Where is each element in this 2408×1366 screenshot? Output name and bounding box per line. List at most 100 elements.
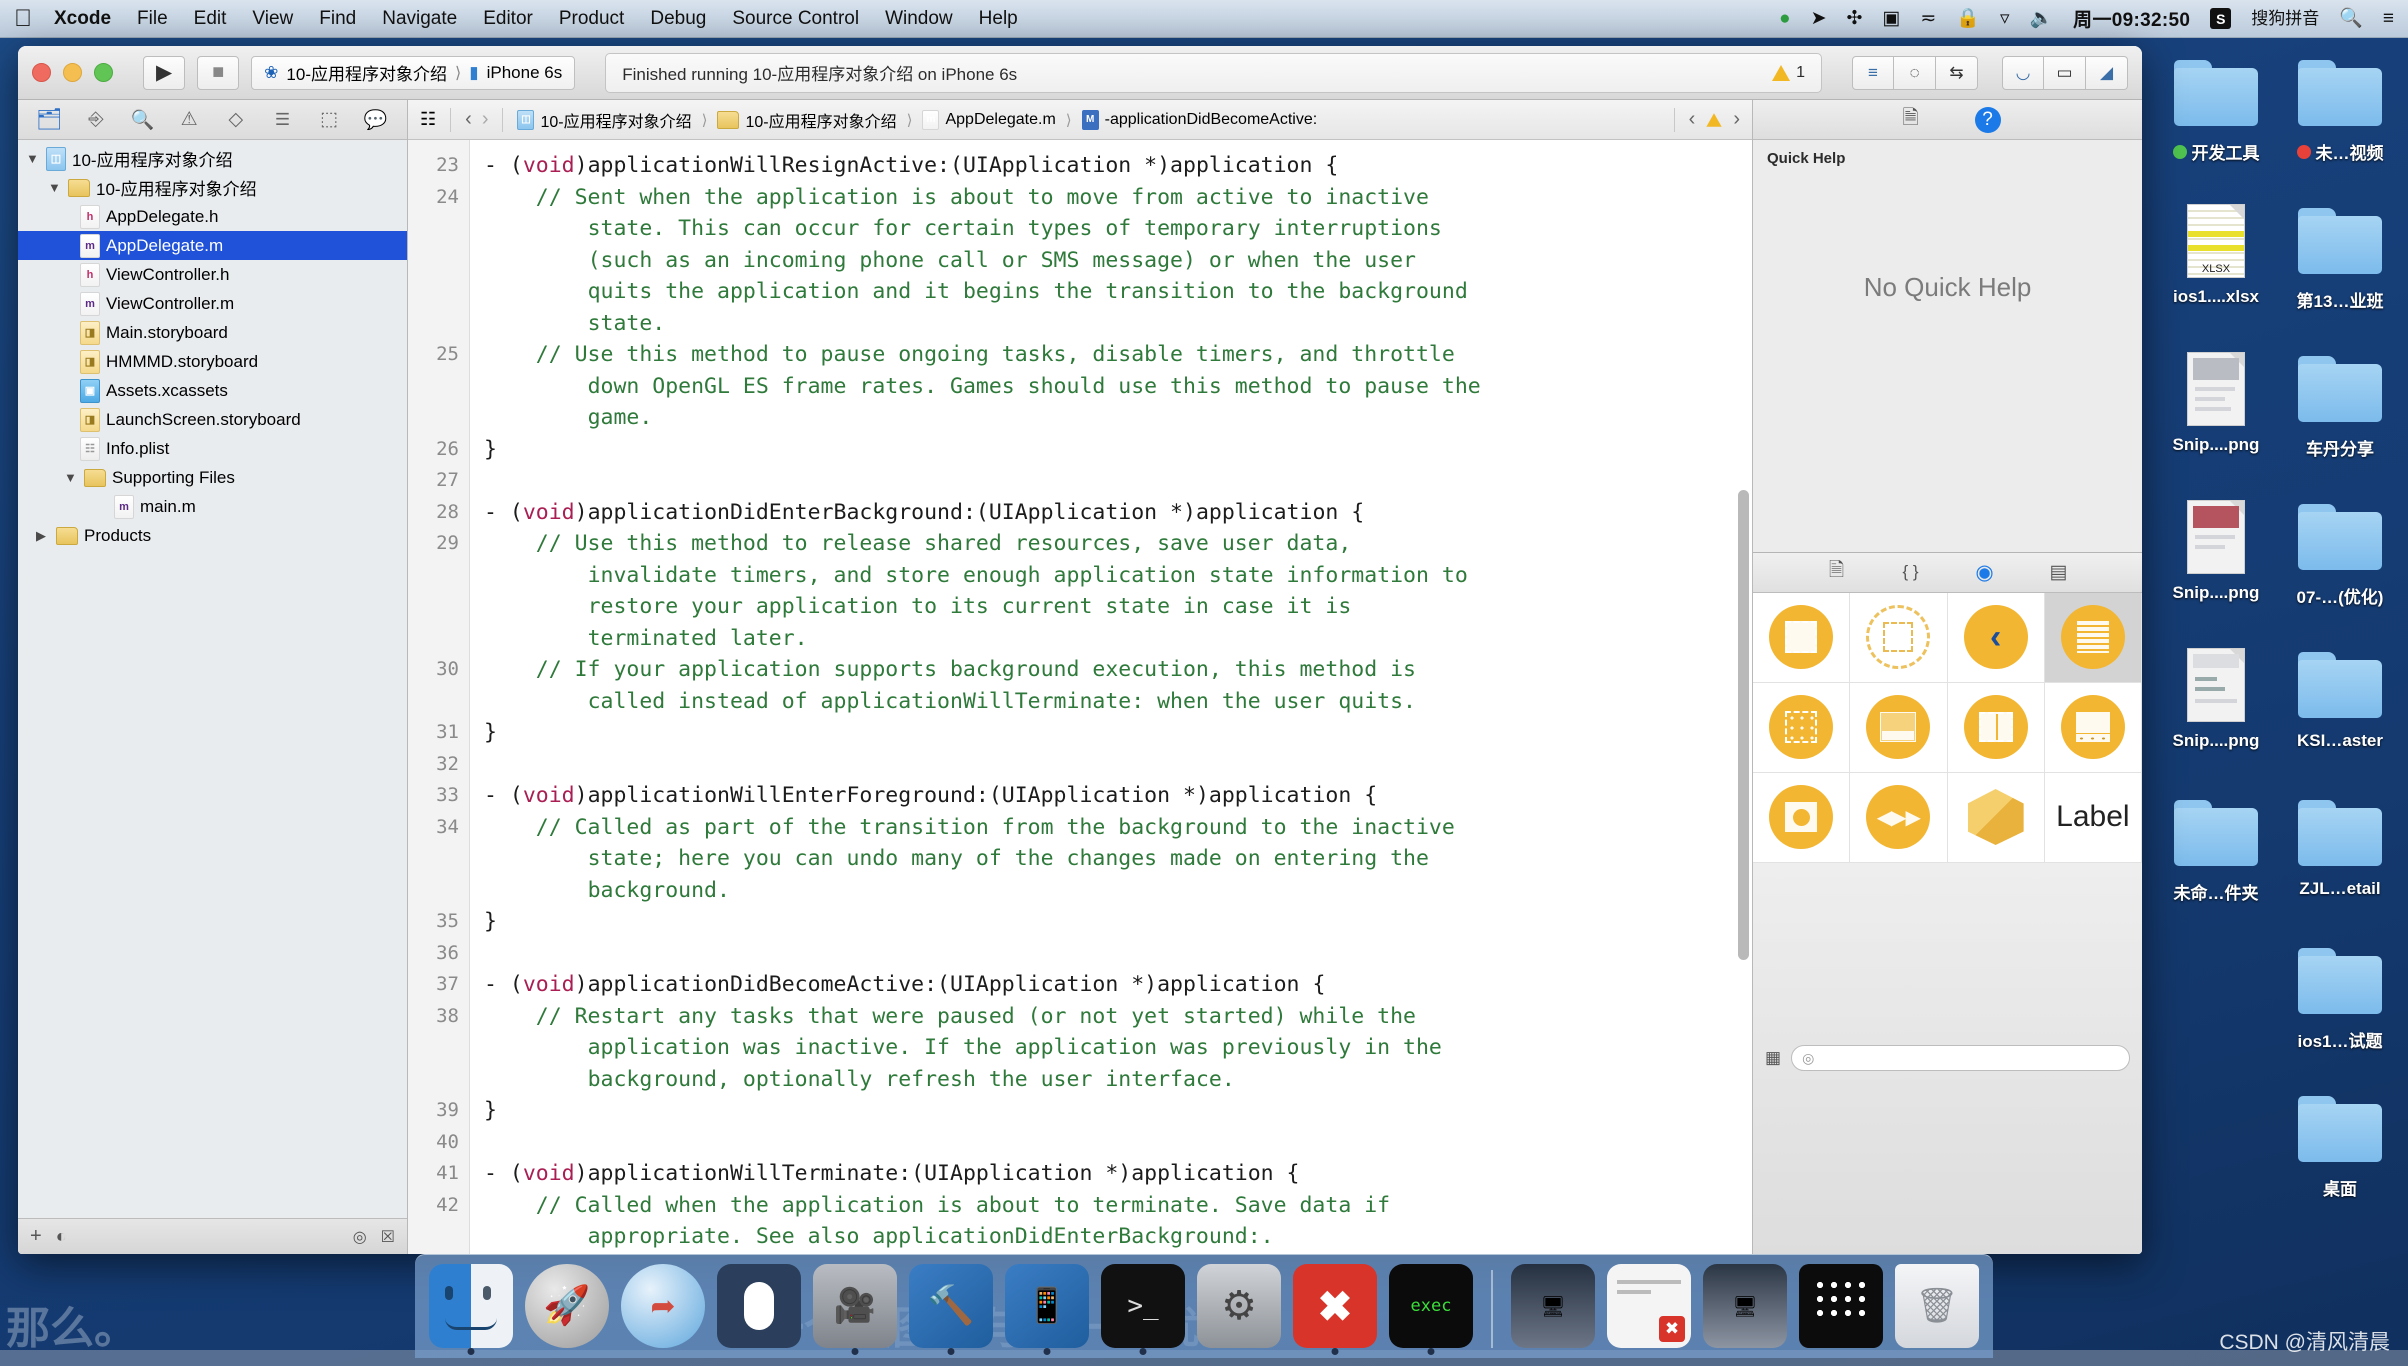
run-button[interactable]: ▶ bbox=[143, 55, 186, 90]
tree-row-hmmmd-storyboard[interactable]: ◨ HMMMD.storyboard bbox=[18, 347, 407, 376]
breadcrumb-symbol[interactable]: M -applicationDidBecomeActive: bbox=[1081, 109, 1317, 130]
library-item-av-player-controller[interactable]: ◀▶▶ bbox=[1850, 772, 1948, 863]
next-issue-button[interactable]: › bbox=[1733, 108, 1740, 131]
debug-navigator-tab[interactable]: ☰ bbox=[265, 106, 299, 134]
tree-row-appdelegate-m[interactable]: m AppDelegate.m bbox=[18, 231, 407, 260]
menu-item-edit[interactable]: Edit bbox=[194, 8, 227, 30]
tree-row-info-plist[interactable]: ☷ Info.plist bbox=[18, 434, 407, 463]
toggle-navigator-button[interactable]: ◡ bbox=[2002, 55, 2044, 90]
bluetooth-icon[interactable]: ✣ bbox=[1846, 9, 1862, 28]
quicktime-dock-icon[interactable]: 🎥 bbox=[813, 1264, 897, 1355]
menu-item-xcode[interactable]: Xcode bbox=[54, 8, 111, 30]
library-item-navigation-controller[interactable]: ‹ bbox=[1947, 592, 2045, 683]
menu-item-product[interactable]: Product bbox=[559, 8, 624, 30]
menu-item-help[interactable]: Help bbox=[979, 8, 1018, 30]
menu-item-view[interactable]: View bbox=[252, 8, 293, 30]
quick-help-inspector-tab[interactable]: ? bbox=[1974, 106, 2001, 133]
library-item-storyboard-reference[interactable] bbox=[1850, 592, 1948, 683]
toggle-debug-area-button[interactable]: ▭ bbox=[2044, 55, 2086, 90]
location-icon[interactable]: ➤ bbox=[1811, 9, 1827, 28]
tree-row-project[interactable]: ▼ ◫ 10-应用程序对象介绍 bbox=[18, 144, 407, 173]
console-dock-icon[interactable]: exec bbox=[1389, 1264, 1473, 1355]
code-text[interactable]: - (void)applicationWillResignActive:(UIA… bbox=[470, 140, 1752, 1254]
tree-row-main-m[interactable]: m main.m bbox=[18, 492, 407, 521]
test-navigator-tab[interactable]: ◇ bbox=[219, 106, 253, 134]
filter-button[interactable]: ◐ bbox=[56, 1226, 67, 1247]
breadcrumb-file[interactable]: m AppDelegate.m bbox=[922, 109, 1056, 130]
desktop-icon-snip-3[interactable]: Snip....png bbox=[2154, 636, 2278, 784]
source-control-navigator-tab[interactable]: ⎆ bbox=[79, 106, 113, 134]
version-editor-button[interactable]: ⇆ bbox=[1936, 55, 1978, 90]
project-file-tree[interactable]: ▼ ◫ 10-应用程序对象介绍 ▼ 10-应用程序对象介绍 h AppDeleg… bbox=[18, 140, 407, 1218]
tree-row-viewcontroller-m[interactable]: m ViewController.m bbox=[18, 289, 407, 318]
desktop-icon-class-13[interactable]: 第13…业班 bbox=[2278, 192, 2402, 340]
desktop-icon-dev-tools[interactable]: 开发工具 bbox=[2154, 44, 2278, 192]
finder-dock-icon[interactable] bbox=[429, 1264, 513, 1355]
scheme-selector[interactable]: ❀ 10-应用程序对象介绍 ⟩ ▮ iPhone 6s bbox=[251, 55, 576, 90]
desktop-icon-unnamed-video[interactable]: 未…视频 bbox=[2278, 44, 2402, 192]
desktop-icon-ksi-master[interactable]: KSI…aster bbox=[2278, 636, 2402, 784]
system-preferences-dock-icon[interactable]: ⚙ bbox=[1197, 1264, 1281, 1348]
tree-row-products[interactable]: ▶ Products bbox=[18, 521, 407, 550]
assistant-editor-button[interactable]: ◌ bbox=[1894, 55, 1936, 90]
tree-row-assets[interactable]: ▣ Assets.xcassets bbox=[18, 376, 407, 405]
notification-center-icon[interactable]: ≡ bbox=[2383, 9, 2394, 28]
desktop-icon-snip-2[interactable]: Snip....png bbox=[2154, 488, 2278, 636]
disclosure-triangle-icon[interactable]: ▼ bbox=[64, 470, 78, 485]
window-minimized-3[interactable]: 🖥 bbox=[1703, 1264, 1787, 1348]
desktop-icon-desktop-folder[interactable]: 桌面 bbox=[2278, 1080, 2402, 1228]
disclosure-triangle-icon[interactable]: ▼ bbox=[48, 180, 62, 195]
editor-scrollbar[interactable] bbox=[1738, 490, 1749, 960]
screen-record-icon[interactable]: ▣ bbox=[1882, 9, 1900, 28]
library-search-input[interactable]: ◎ bbox=[1791, 1045, 2130, 1072]
object-library-tab[interactable]: ◉ bbox=[1969, 557, 2001, 587]
stop-button[interactable]: ■ bbox=[197, 55, 240, 90]
library-item-table-view-controller[interactable] bbox=[2044, 592, 2142, 683]
navigate-back-button[interactable]: ‹ bbox=[465, 108, 472, 131]
wifi-icon[interactable]: ▿ bbox=[2000, 9, 2010, 28]
launchpad-dock-icon[interactable]: 🚀 bbox=[525, 1264, 609, 1348]
breadcrumb-project[interactable]: ◫ 10-应用程序对象介绍 bbox=[517, 108, 692, 132]
library-item-image-picker-controller[interactable] bbox=[1753, 772, 1851, 863]
project-navigator-tab[interactable]: 🗂 bbox=[32, 106, 66, 134]
breadcrumb-group[interactable]: 10-应用程序对象介绍 bbox=[717, 108, 897, 132]
mouse-app-dock-icon[interactable] bbox=[717, 1264, 801, 1348]
safari-dock-icon[interactable]: ➦ bbox=[621, 1264, 705, 1348]
code-snippet-library-tab[interactable]: { } bbox=[1895, 557, 1927, 587]
disclosure-triangle-icon[interactable]: ▶ bbox=[36, 528, 50, 544]
menu-item-source-control[interactable]: Source Control bbox=[732, 8, 859, 30]
library-item-label[interactable]: Label bbox=[2044, 772, 2142, 863]
volume-icon[interactable]: 🔈 bbox=[2030, 9, 2054, 28]
menu-item-window[interactable]: Window bbox=[885, 8, 953, 30]
library-item-collection-view-controller[interactable] bbox=[1753, 682, 1851, 773]
desktop-icon-zjl-detail[interactable]: ZJL…etail bbox=[2278, 784, 2402, 932]
library-grid-view-button[interactable]: ▦ bbox=[1765, 1048, 1781, 1068]
xcode-beta-dock-icon[interactable]: 📱 bbox=[1005, 1264, 1089, 1355]
library-item-page-view-controller[interactable] bbox=[1947, 682, 2045, 773]
recent-files-filter-icon[interactable]: ◎ bbox=[353, 1227, 367, 1247]
navigate-forward-button[interactable]: › bbox=[482, 108, 489, 131]
lock-icon[interactable]: 🔒 bbox=[1956, 9, 1980, 28]
desktop-icon-ios-xlsx[interactable]: XLSX ios1....xlsx bbox=[2154, 192, 2278, 340]
xmind-dock-icon[interactable]: ✖ bbox=[1293, 1264, 1377, 1355]
desktop-icon-ios-exam[interactable]: ios1…试题 bbox=[2278, 932, 2402, 1080]
report-navigator-tab[interactable]: 💬 bbox=[359, 106, 393, 134]
window-minimized-1[interactable]: 🖥 bbox=[1511, 1264, 1595, 1348]
breakpoint-navigator-tab[interactable]: ⬚ bbox=[312, 106, 346, 134]
tree-row-viewcontroller-h[interactable]: h ViewController.h bbox=[18, 260, 407, 289]
close-button[interactable] bbox=[32, 63, 51, 82]
file-inspector-tab[interactable]: 🗎 bbox=[1895, 105, 1927, 135]
warning-indicator[interactable]: 1 bbox=[1772, 64, 1805, 82]
menubar-clock[interactable]: 周一09:32:50 bbox=[2073, 5, 2190, 32]
tree-row-supporting-files[interactable]: ▼ Supporting Files bbox=[18, 463, 407, 492]
input-method-label[interactable]: 搜狗拼音 bbox=[2251, 10, 2319, 27]
library-item-view-controller[interactable] bbox=[1753, 592, 1851, 683]
sync-icon[interactable]: ● bbox=[1779, 9, 1790, 28]
sogou-icon[interactable]: S bbox=[2210, 8, 2232, 29]
issue-navigator-tab[interactable]: ⚠ bbox=[172, 106, 206, 134]
library-item-split-view-controller[interactable] bbox=[1850, 682, 1948, 773]
add-button[interactable]: + bbox=[30, 1225, 42, 1248]
xcode-dock-icon[interactable]: 🔨 bbox=[909, 1264, 993, 1355]
terminal-dock-icon[interactable]: >_ bbox=[1101, 1264, 1185, 1355]
library-item-tab-bar-controller[interactable] bbox=[2044, 682, 2142, 773]
